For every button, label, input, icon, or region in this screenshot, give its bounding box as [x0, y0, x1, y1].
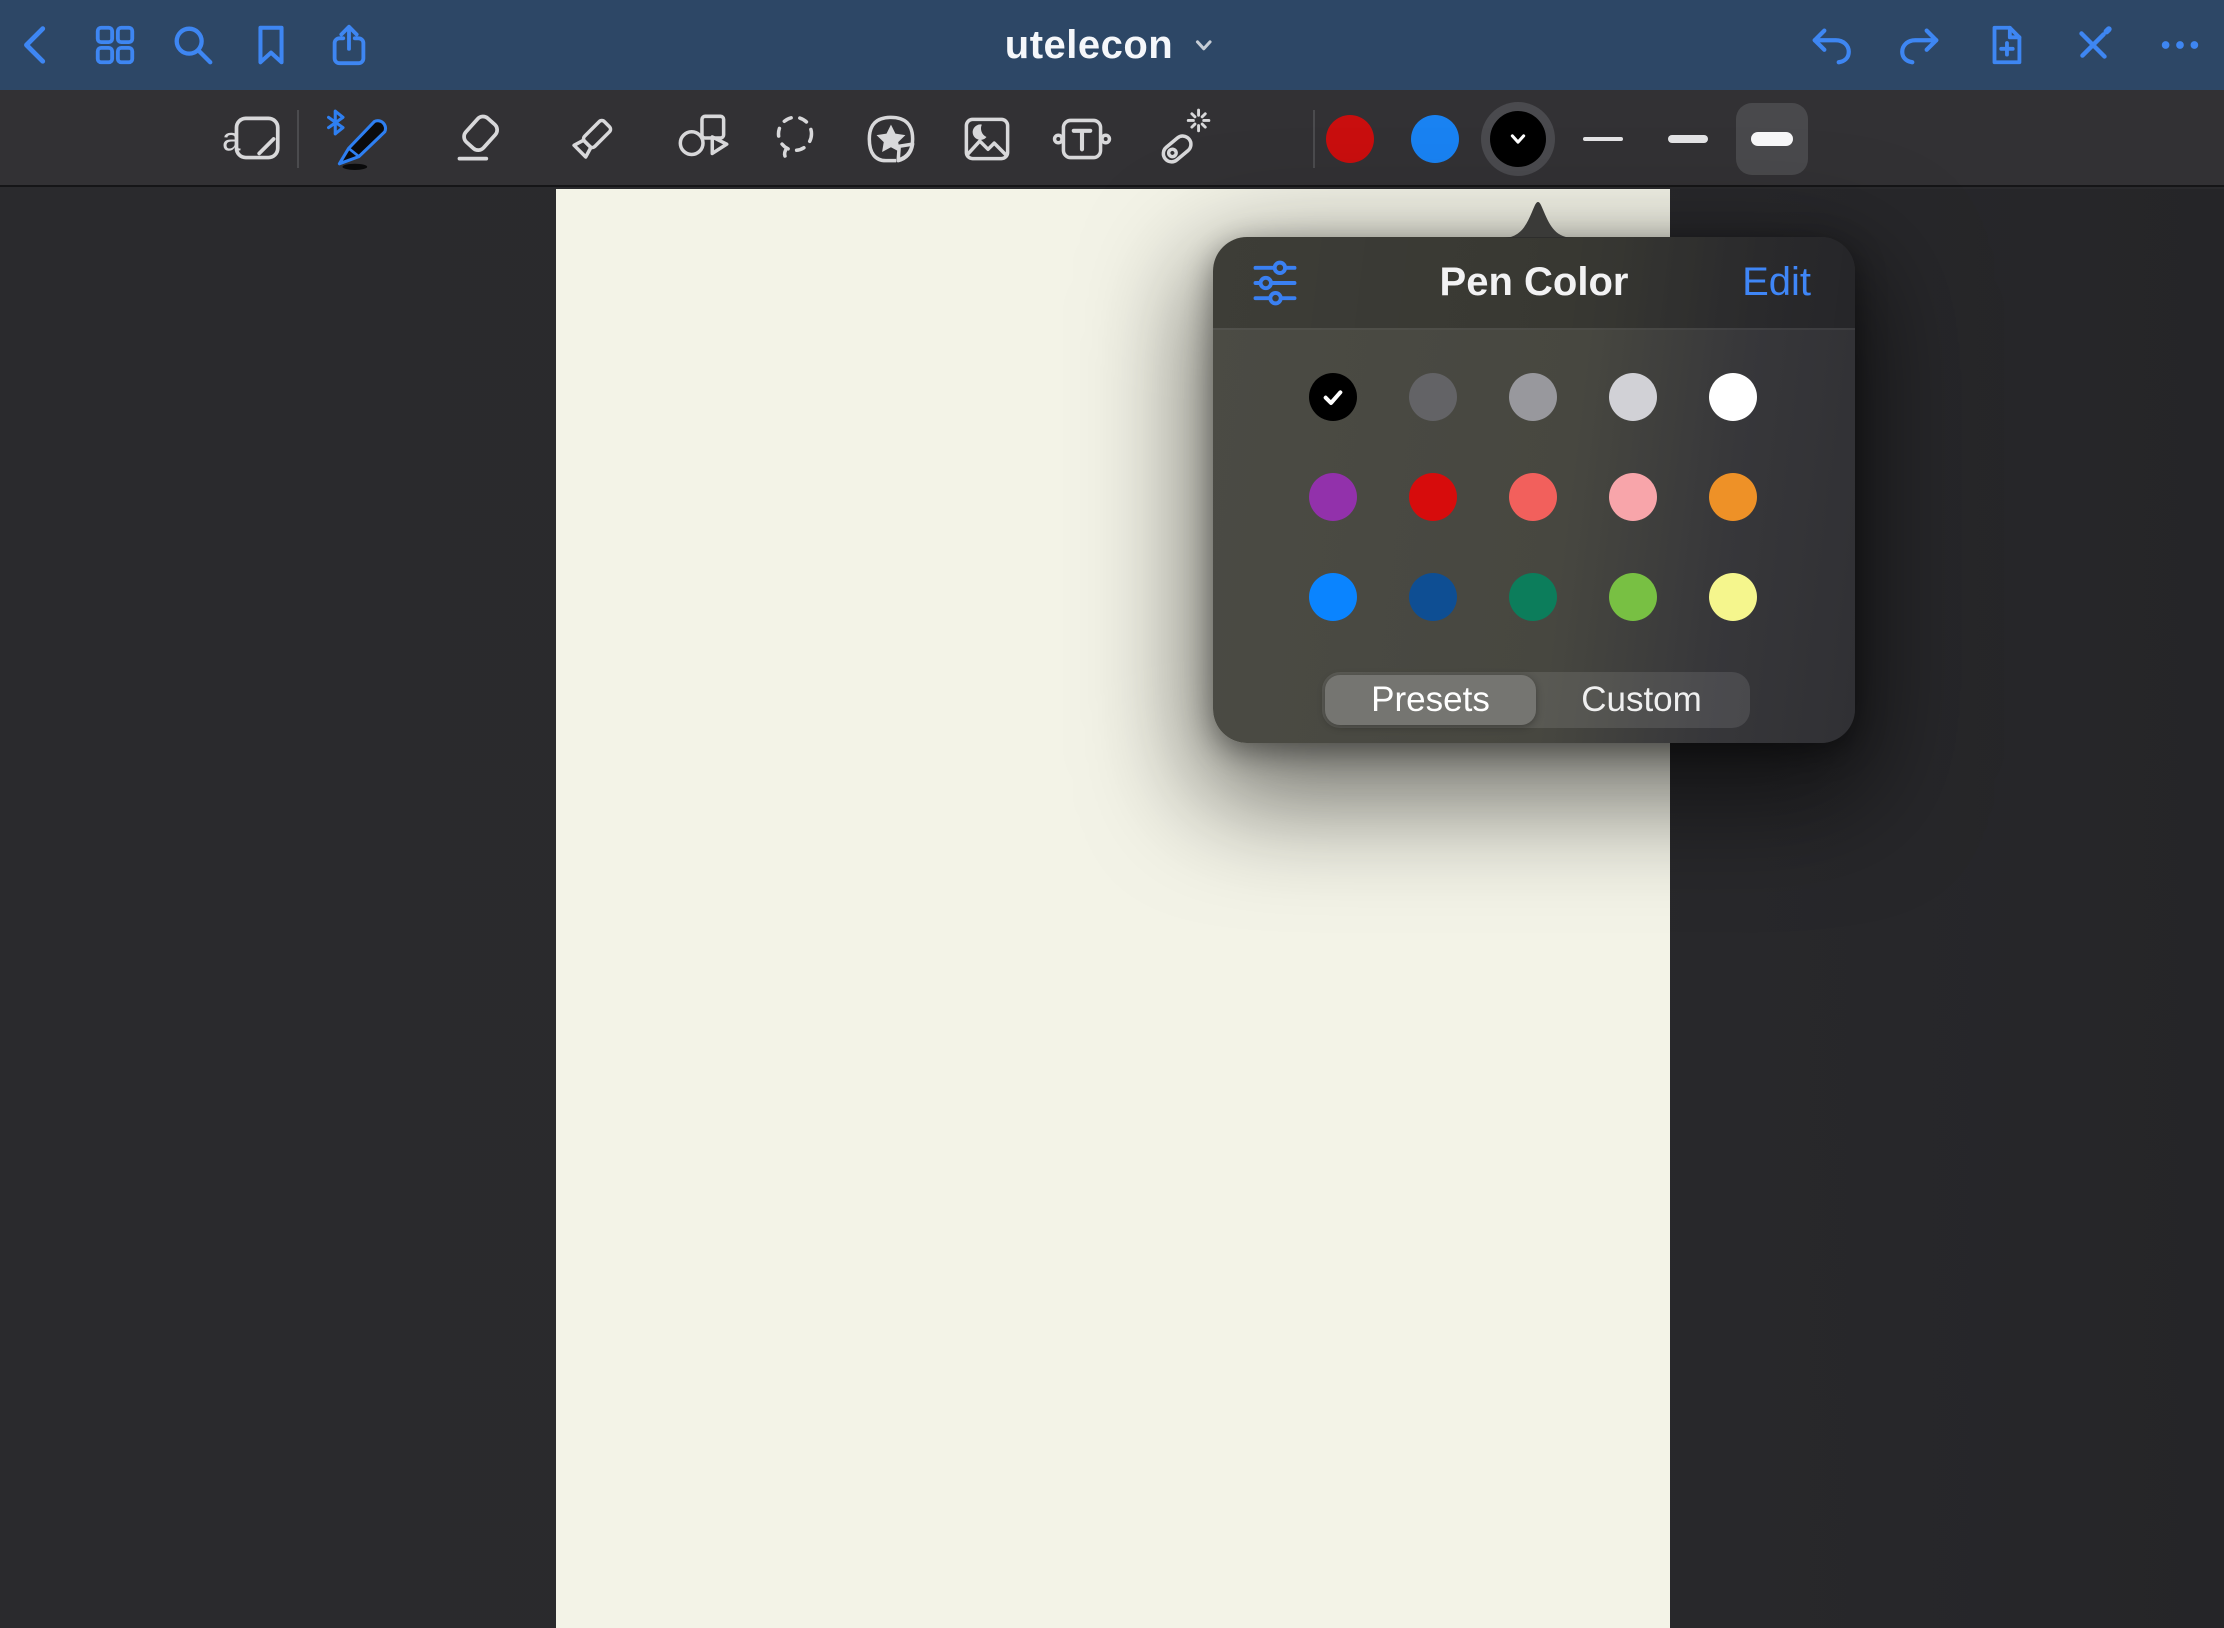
back-icon [14, 22, 60, 68]
popover-header: Pen Color Edit [1213, 237, 1855, 330]
redo-icon [1896, 22, 1942, 68]
color-swatch-light-gray[interactable] [1609, 373, 1657, 421]
color-swatch-light-green[interactable] [1609, 573, 1657, 621]
sparkle-icon [1188, 110, 1209, 131]
tool-pen[interactable] [322, 104, 398, 174]
page-thumbnails-icon [92, 22, 138, 68]
presets-custom-segmented: PresetsCustom [1322, 672, 1750, 728]
stroke-medium-button[interactable] [1652, 103, 1724, 175]
nav-left-group [14, 22, 372, 68]
tools-toolbar: a [0, 90, 2224, 187]
bookmark-button[interactable] [248, 22, 294, 68]
shapes-icon [670, 106, 736, 172]
image-icon [954, 106, 1020, 172]
tool-image[interactable] [949, 104, 1025, 174]
checkmark-icon [1317, 381, 1349, 413]
share-button[interactable] [326, 22, 372, 68]
undo-icon [1809, 22, 1855, 68]
nav-right-group [1809, 22, 2203, 68]
highlighter-icon [557, 106, 623, 172]
tool-shapes[interactable] [665, 104, 741, 174]
redo-button[interactable] [1896, 22, 1942, 68]
more-icon [2157, 22, 2203, 68]
notebook-title-menu[interactable]: utelecon [1005, 0, 1219, 90]
tool-lasso[interactable] [757, 104, 833, 174]
tool-zoom-window[interactable]: a [215, 104, 291, 174]
edit-colors-link[interactable]: Edit [1742, 260, 1811, 305]
chevron-down-icon [1189, 30, 1219, 60]
tool-sticker[interactable] [854, 104, 930, 174]
toolbar-separator [297, 110, 299, 168]
toolbar-color-blue[interactable] [1411, 115, 1459, 163]
color-swatch-navy[interactable] [1409, 573, 1457, 621]
share-icon [326, 22, 372, 68]
stroke-thick-button[interactable] [1736, 103, 1808, 175]
pen-icon [327, 106, 393, 172]
color-swatch-black[interactable] [1309, 373, 1357, 421]
page-title: utelecon [1005, 23, 1173, 68]
color-swatch-pink[interactable] [1609, 473, 1657, 521]
add-page-button[interactable] [1983, 22, 2029, 68]
eraser-icon [444, 106, 510, 172]
canvas-area[interactable] [0, 189, 2224, 1628]
search-icon [170, 22, 216, 68]
toolbar-color-black[interactable] [1481, 102, 1555, 176]
toolbar-separator [1313, 110, 1315, 168]
color-swatch-white[interactable] [1709, 373, 1757, 421]
color-swatch-coral[interactable] [1509, 473, 1557, 521]
color-swatch-red[interactable] [1409, 473, 1457, 521]
sliders-icon[interactable] [1249, 257, 1301, 309]
back-button[interactable] [14, 22, 60, 68]
undo-button[interactable] [1809, 22, 1855, 68]
end-editing-button[interactable] [2070, 22, 2116, 68]
laser-pointer-icon [1147, 106, 1213, 172]
pen-color-grid [1309, 373, 1757, 621]
lasso-icon [762, 106, 828, 172]
color-swatch-purple[interactable] [1309, 473, 1357, 521]
color-swatch-orange[interactable] [1709, 473, 1757, 521]
popover-arrow [1502, 196, 1574, 238]
tool-eraser[interactable] [439, 104, 515, 174]
color-swatch-blue[interactable] [1309, 573, 1357, 621]
tab-presets[interactable]: Presets [1325, 675, 1536, 725]
chevron-down-icon [1503, 124, 1533, 154]
toolbar-color-red[interactable] [1326, 115, 1374, 163]
stroke-thin-button[interactable] [1567, 103, 1639, 175]
page-thumbnails-button[interactable] [92, 22, 138, 68]
svg-text:a: a [222, 120, 241, 157]
color-swatch-yellow[interactable] [1709, 573, 1757, 621]
color-swatch-gray[interactable] [1509, 373, 1557, 421]
tool-laser-pointer[interactable] [1142, 104, 1218, 174]
bookmark-icon [248, 22, 294, 68]
color-swatch-dark-gray[interactable] [1409, 373, 1457, 421]
bluetooth-icon [329, 111, 343, 134]
zoom-window-icon: a [220, 106, 286, 172]
more-button[interactable] [2157, 22, 2203, 68]
tool-highlighter[interactable] [552, 104, 628, 174]
sticker-icon [859, 106, 925, 172]
pen-color-popover: Pen Color Edit PresetsCustom [1213, 237, 1855, 743]
text-icon [1049, 106, 1115, 172]
add-page-icon [1983, 22, 2029, 68]
pen-cross-icon [2070, 22, 2116, 68]
tab-custom[interactable]: Custom [1536, 675, 1747, 725]
tool-text[interactable] [1044, 104, 1120, 174]
color-swatch-green[interactable] [1509, 573, 1557, 621]
navigation-bar: utelecon [0, 0, 2224, 90]
search-button[interactable] [170, 22, 216, 68]
